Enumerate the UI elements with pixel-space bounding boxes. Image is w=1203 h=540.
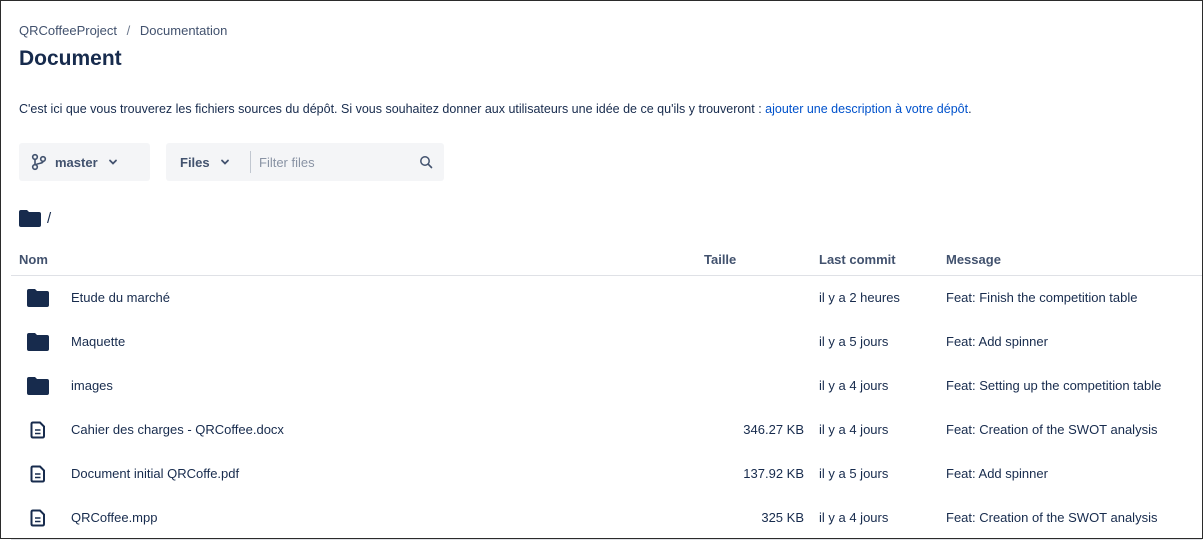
row-size — [704, 319, 819, 364]
filter-files-input[interactable] — [251, 153, 411, 171]
column-header-message: Message — [946, 244, 1202, 276]
filter-type-label: Files — [180, 154, 210, 170]
table-row[interactable]: QRCoffee.mpp 325 KB il y a 4 jours Feat:… — [11, 495, 1202, 540]
row-message: Feat: Creation of the SWOT analysis — [946, 407, 1202, 452]
branch-selector-button[interactable]: master — [19, 143, 150, 181]
add-description-link[interactable]: ajouter une description à votre dépôt — [765, 102, 968, 116]
file-table: Nom Taille Last commit Message Etude du … — [11, 244, 1202, 540]
file-icon — [30, 509, 45, 526]
row-last-commit: il y a 4 jours — [819, 407, 946, 452]
row-icon-cell — [11, 495, 52, 540]
chevron-down-icon — [108, 159, 117, 165]
file-name-link[interactable]: QRCoffee.mpp — [71, 510, 157, 525]
table-row[interactable]: Document initial QRCoffe.pdf 137.92 KB i… — [11, 451, 1202, 496]
row-icon-cell — [11, 363, 52, 408]
row-name-cell: QRCoffee.mpp — [52, 495, 704, 540]
row-last-commit: il y a 5 jours — [819, 319, 946, 364]
branch-label: master — [55, 154, 98, 170]
folder-icon — [27, 376, 49, 395]
row-message: Feat: Setting up the competition table — [946, 363, 1202, 408]
chevron-down-icon — [220, 159, 229, 165]
row-last-commit: il y a 2 heures — [819, 275, 946, 320]
file-name-link[interactable]: Maquette — [71, 334, 125, 349]
row-last-commit: il y a 5 jours — [819, 451, 946, 496]
row-message: Feat: Add spinner — [946, 451, 1202, 496]
row-size — [704, 275, 819, 320]
row-name-cell: Document initial QRCoffe.pdf — [52, 451, 704, 496]
path-label[interactable]: / — [47, 210, 51, 227]
row-icon-cell — [11, 319, 52, 364]
row-message: Feat: Creation of the SWOT analysis — [946, 495, 1202, 540]
row-name-cell: images — [52, 363, 704, 408]
breadcrumb: QRCoffeeProject / Documentation — [19, 23, 227, 38]
row-size — [704, 363, 819, 408]
file-name-link[interactable]: Document initial QRCoffe.pdf — [71, 466, 239, 481]
row-size: 325 KB — [704, 495, 819, 540]
filter-type-dropdown[interactable]: Files — [166, 155, 250, 170]
breadcrumb-separator: / — [126, 23, 131, 38]
row-message: Feat: Add spinner — [946, 319, 1202, 364]
current-path: / — [19, 210, 51, 227]
repo-description: C'est ici que vous trouverez les fichier… — [19, 102, 972, 116]
row-icon-cell — [11, 451, 52, 496]
column-header-last-commit: Last commit — [819, 244, 946, 276]
file-icon — [30, 421, 45, 438]
file-name-link[interactable]: Cahier des charges - QRCoffee.docx — [71, 422, 284, 437]
page-title: Document — [19, 47, 122, 70]
row-name-cell: Cahier des charges - QRCoffee.docx — [52, 407, 704, 452]
file-name-link[interactable]: Etude du marché — [71, 290, 170, 305]
search-icon[interactable] — [419, 155, 433, 169]
folder-icon — [27, 288, 49, 307]
row-last-commit: il y a 4 jours — [819, 363, 946, 408]
source-page: QRCoffeeProject / Documentation Document… — [1, 1, 1202, 540]
table-header-row: Nom Taille Last commit Message — [11, 244, 1202, 276]
row-size: 137.92 KB — [704, 451, 819, 496]
column-header-name: Nom — [11, 244, 704, 276]
row-name-cell: Etude du marché — [52, 275, 704, 320]
file-icon — [30, 465, 45, 482]
branch-icon — [31, 153, 47, 171]
breadcrumb-section-link[interactable]: Documentation — [140, 23, 227, 38]
row-last-commit: il y a 4 jours — [819, 495, 946, 540]
description-suffix: . — [968, 102, 972, 116]
table-row[interactable]: images il y a 4 jours Feat: Setting up t… — [11, 363, 1202, 408]
row-size: 346.27 KB — [704, 407, 819, 452]
table-row[interactable]: Maquette il y a 5 jours Feat: Add spinne… — [11, 319, 1202, 364]
row-name-cell: Maquette — [52, 319, 704, 364]
table-row[interactable]: Etude du marché il y a 2 heures Feat: Fi… — [11, 275, 1202, 320]
folder-icon — [19, 210, 41, 227]
file-filter: Files — [166, 143, 444, 181]
row-message: Feat: Finish the competition table — [946, 275, 1202, 320]
breadcrumb-project-link[interactable]: QRCoffeeProject — [19, 23, 117, 38]
table-row[interactable]: Cahier des charges - QRCoffee.docx 346.2… — [11, 407, 1202, 452]
row-icon-cell — [11, 407, 52, 452]
folder-icon — [27, 332, 49, 351]
description-text: C'est ici que vous trouverez les fichier… — [19, 102, 766, 116]
column-header-size: Taille — [704, 244, 819, 276]
file-name-link[interactable]: images — [71, 378, 113, 393]
row-icon-cell — [11, 275, 52, 320]
